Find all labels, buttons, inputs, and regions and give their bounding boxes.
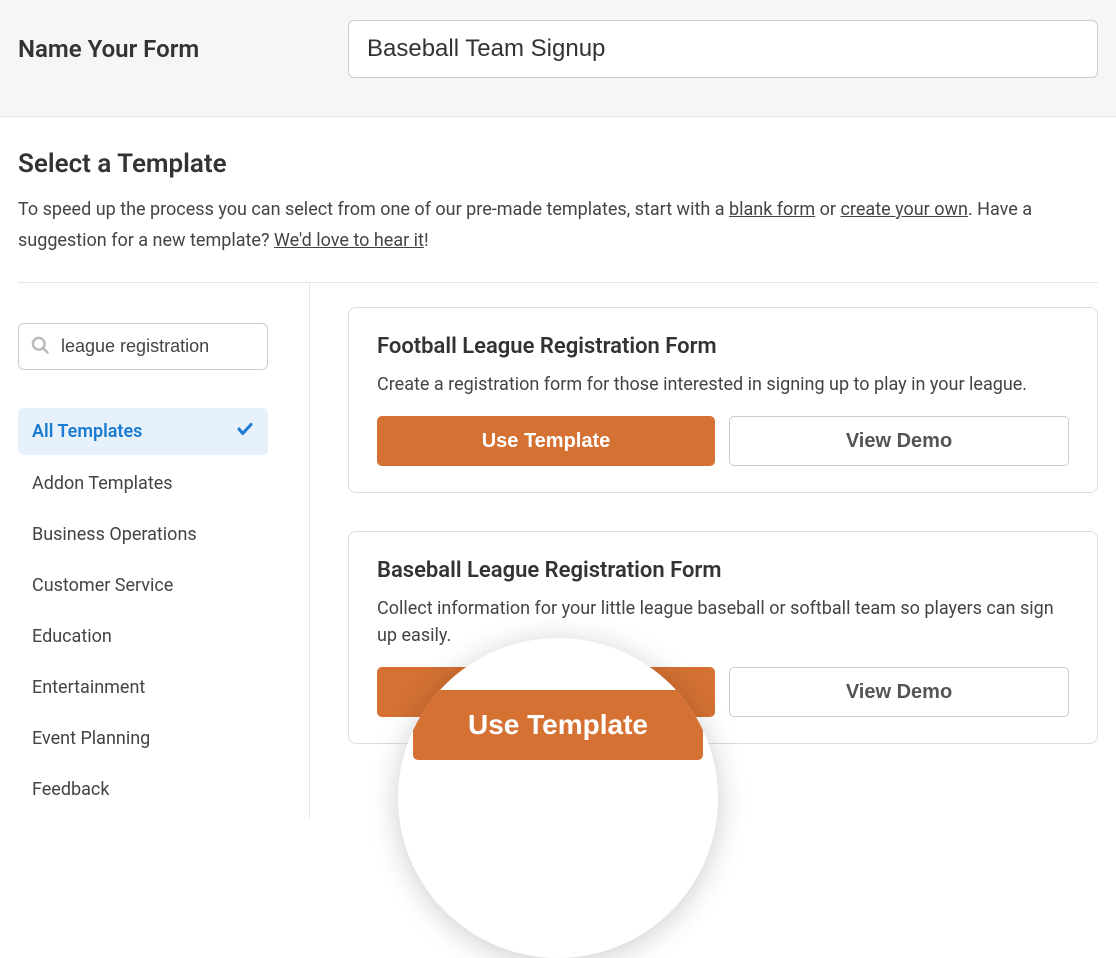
check-icon (236, 420, 254, 443)
template-card: Football League Registration Form Create … (348, 307, 1098, 493)
use-template-button-zoomed[interactable]: Use Template (413, 690, 703, 760)
category-label: Event Planning (32, 728, 150, 749)
select-template-description: To speed up the process you can select f… (18, 195, 1098, 256)
intro-text: or (815, 199, 840, 220)
template-description: Create a registration form for those int… (377, 371, 1069, 398)
name-form-header: Name Your Form (0, 0, 1116, 117)
template-search-input[interactable] (18, 323, 268, 370)
select-template-intro: Select a Template To speed up the proces… (0, 117, 1116, 282)
view-demo-button[interactable]: View Demo (729, 416, 1069, 466)
category-label: Feedback (32, 779, 109, 800)
category-item[interactable]: All Templates (18, 408, 268, 455)
suggestion-link[interactable]: We'd love to hear it (274, 230, 424, 251)
use-template-button[interactable]: Use Template (377, 416, 715, 466)
zoom-lens: Use Template (398, 638, 718, 958)
category-item[interactable]: Education (18, 614, 268, 659)
template-actions: Use Template View Demo (377, 416, 1069, 466)
select-template-title: Select a Template (18, 149, 1098, 179)
category-item[interactable]: Feedback (18, 767, 268, 812)
form-name-input[interactable] (348, 20, 1098, 78)
template-search-wrap (18, 323, 285, 370)
name-form-label: Name Your Form (18, 35, 348, 63)
category-label: Education (32, 626, 112, 647)
category-item[interactable]: Business Operations (18, 512, 268, 557)
search-icon (30, 335, 50, 359)
category-label: Entertainment (32, 677, 145, 698)
category-item[interactable]: Customer Service (18, 563, 268, 608)
template-title: Football League Registration Form (377, 334, 1069, 359)
category-label: All Templates (32, 421, 142, 442)
category-label: Business Operations (32, 524, 197, 545)
view-demo-button[interactable]: View Demo (729, 667, 1069, 717)
template-title: Baseball League Registration Form (377, 558, 1069, 583)
category-item[interactable]: Addon Templates (18, 461, 268, 506)
blank-form-link[interactable]: blank form (729, 199, 815, 220)
intro-text: ! (424, 230, 429, 251)
create-your-own-link[interactable]: create your own (841, 199, 968, 220)
template-description: Collect information for your little leag… (377, 595, 1069, 649)
category-list: All Templates Addon Templates Business Ope… (18, 408, 285, 812)
category-label: Customer Service (32, 575, 173, 596)
template-sidebar: All Templates Addon Templates Business Ope… (18, 283, 310, 818)
category-item[interactable]: Event Planning (18, 716, 268, 761)
intro-text: To speed up the process you can select f… (18, 199, 729, 220)
category-item[interactable]: Entertainment (18, 665, 268, 710)
category-label: Addon Templates (32, 473, 173, 494)
